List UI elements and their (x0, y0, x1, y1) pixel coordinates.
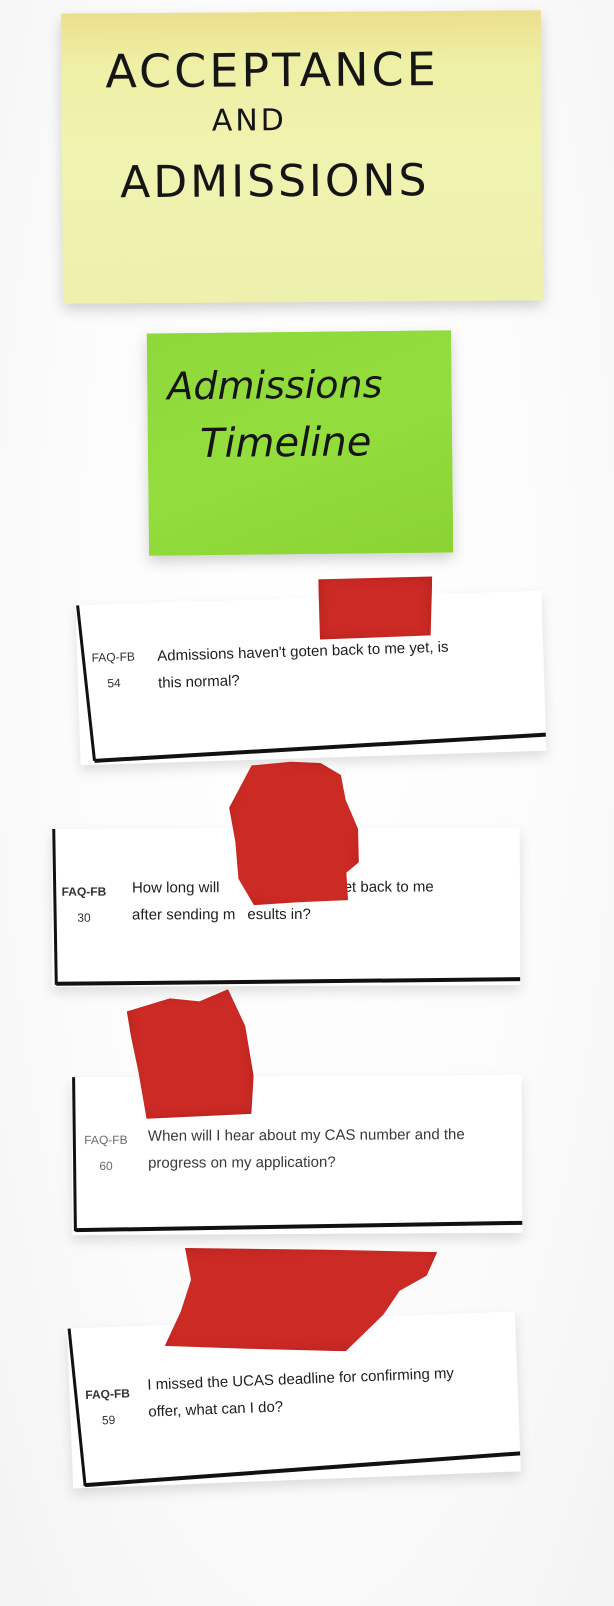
card-question-line-1b: ten back to me yet, is (306, 638, 449, 661)
card-code: FAQ-FB 54 (83, 643, 145, 697)
card-code-number: 60 (99, 1158, 113, 1174)
card-code-number: 59 (101, 1412, 116, 1428)
category-handwriting: ACCEPTANCE AND ADMISSIONS (105, 42, 439, 208)
faq-card-60: FAQ-FB 60 When will I hear about my CAS … (71, 1074, 523, 1236)
card-question-line-2: after sending m (131, 906, 236, 924)
wall-background: ACCEPTANCE AND ADMISSIONS Admissions Tim… (0, 0, 614, 1606)
topic-line-2: Timeline (200, 419, 372, 467)
card-question-line-1: Admissions haven't go (156, 643, 308, 665)
card-code-number: 54 (107, 675, 121, 691)
topic-sticky-note: Admissions Timeline (146, 330, 454, 556)
card-code-number: 30 (77, 910, 91, 925)
red-tape-3 (126, 988, 256, 1122)
card-code-prefix: FAQ-FB (61, 884, 107, 899)
red-tape-1 (318, 576, 433, 641)
card-question-line-2b: esults in? (247, 905, 311, 924)
category-line-2: AND (212, 103, 287, 139)
card-code: FAQ-FB 60 (76, 1127, 136, 1179)
category-line-3: ADMISSIONS (120, 155, 430, 208)
faq-card-54: FAQ-FB 54 Admissions haven't goten back … (75, 590, 547, 766)
card-question: When will I hear about my CAS number and… (148, 1121, 520, 1177)
card-question-line-1: When will I hear about my CAS number and… (147, 1126, 465, 1145)
card-code: FAQ-FB 59 (77, 1380, 139, 1434)
card-code-prefix: FAQ-FB (91, 649, 136, 665)
card-code-prefix: FAQ-FB (85, 1386, 131, 1403)
card-question-line-2: progress on my application? (147, 1153, 336, 1172)
card-question-line-1: How long will (131, 879, 220, 897)
category-line-1: ACCEPTANCE (105, 42, 439, 98)
topic-handwriting: Admissions Timeline (164, 362, 382, 467)
category-sticky-note: ACCEPTANCE AND ADMISSIONS (60, 10, 544, 304)
card-code: FAQ-FB 30 (54, 879, 114, 931)
topic-line-1: Admissions (164, 362, 382, 408)
card-code-prefix: FAQ-FB (84, 1132, 128, 1148)
